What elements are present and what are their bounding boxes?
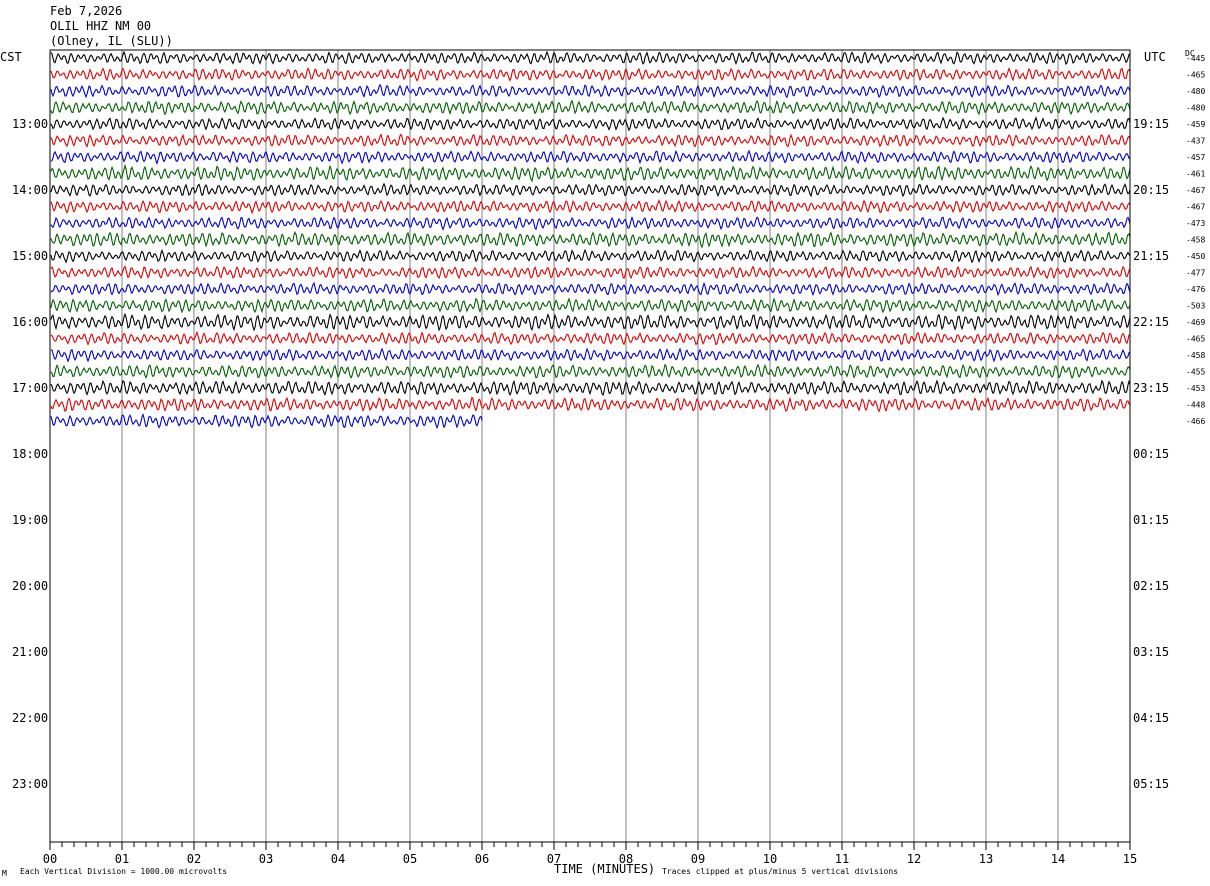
x-tick-label: 03 (259, 852, 273, 866)
utc-hour-label: 03:15 (1133, 645, 1169, 659)
dc-offset-label: -457 (1186, 153, 1205, 162)
dc-offset-label: -465 (1186, 335, 1205, 344)
x-tick-label: 05 (403, 852, 417, 866)
dc-offset-label: -473 (1186, 219, 1205, 228)
x-tick-label: 15 (1123, 852, 1137, 866)
seismic-trace (50, 230, 1131, 249)
dc-offset-label: -480 (1186, 104, 1205, 113)
seismic-trace (50, 347, 1131, 363)
dc-offset-label: -477 (1186, 269, 1205, 278)
seismic-trace (50, 116, 1131, 132)
dc-offset-label: -453 (1186, 384, 1205, 393)
x-tick-label: 14 (1051, 852, 1065, 866)
clip-note: Traces clipped at plus/minus 5 vertical … (662, 867, 899, 876)
utc-hour-label: 01:15 (1133, 513, 1169, 527)
seismic-trace (50, 396, 1131, 413)
utc-hour-label: 04:15 (1133, 711, 1169, 725)
utc-hour-label: 23:15 (1133, 381, 1169, 395)
cst-hour-label: 22:00 (12, 711, 48, 725)
cst-hour-label: 16:00 (12, 315, 48, 329)
seismic-trace (50, 99, 1131, 116)
dc-offset-label: -437 (1186, 137, 1205, 146)
helicorder-plot: 00 01 02 03 04 05 06 07 08 09 10 11 12 13 14 1513:00 19:… (12, 49, 1205, 866)
cst-hour-label: 19:00 (12, 513, 48, 527)
seismic-trace (50, 265, 1131, 280)
seismic-trace (50, 66, 1131, 82)
cst-hour-label: 15:00 (12, 249, 48, 263)
utc-hour-label: 02:15 (1133, 579, 1169, 593)
cst-hour-label: 17:00 (12, 381, 48, 395)
x-tick-label: 09 (691, 852, 705, 866)
seismic-trace (50, 182, 1131, 198)
cst-hour-label: 23:00 (12, 777, 48, 791)
seismic-trace (50, 248, 1131, 264)
x-tick-label: 01 (115, 852, 129, 866)
corner-mark: M (2, 869, 7, 878)
x-tick-label: 04 (331, 852, 345, 866)
utc-hour-label: 05:15 (1133, 777, 1169, 791)
plot-frame (49, 49, 1131, 843)
dc-offset-label: -459 (1186, 120, 1205, 129)
x-tick-label: 12 (907, 852, 921, 866)
x-tick-label: 06 (475, 852, 489, 866)
cst-hour-label: 20:00 (12, 579, 48, 593)
seismic-trace (50, 363, 1131, 380)
dc-offset-label: -480 (1186, 87, 1205, 96)
dc-offset-label: -448 (1186, 401, 1205, 410)
x-tick-label: 11 (835, 852, 849, 866)
seismic-trace (50, 50, 1131, 66)
dc-offset-label: -455 (1186, 368, 1205, 377)
dc-offset-label: -461 (1186, 170, 1205, 179)
scale-note: Each Vertical Division = 1000.00 microvo… (20, 867, 228, 876)
seismic-trace (50, 379, 1131, 397)
cst-hour-label: 13:00 (12, 117, 48, 131)
trace-layer (50, 50, 1131, 430)
dc-offset-label: -476 (1186, 285, 1205, 294)
seismic-trace (50, 215, 1131, 231)
dc-offset-label: -450 (1186, 252, 1205, 261)
seismic-trace (50, 133, 1131, 148)
dc-offset-label: -458 (1186, 236, 1205, 245)
dc-offset-label: -469 (1186, 318, 1205, 327)
dc-offset-label: -467 (1186, 186, 1205, 195)
x-tick-label: 10 (763, 852, 777, 866)
cst-hour-label: 21:00 (12, 645, 48, 659)
dc-offset-label: -503 (1186, 302, 1205, 311)
seismic-trace (50, 83, 1131, 99)
seismic-trace (50, 149, 1130, 166)
dc-offset-label: -466 (1186, 417, 1205, 426)
utc-hour-label: 19:15 (1133, 117, 1169, 131)
x-tick-label: 13 (979, 852, 993, 866)
seismic-trace (50, 163, 1131, 183)
cst-hour-label: 18:00 (12, 447, 48, 461)
seismic-trace (50, 297, 1131, 314)
dc-offset-label: -458 (1186, 351, 1205, 360)
dc-offset-label: -467 (1186, 203, 1205, 212)
cst-hour-label: 14:00 (12, 183, 48, 197)
seismic-trace (50, 281, 1131, 297)
utc-hour-label: 21:15 (1133, 249, 1169, 263)
dc-offset-label: -465 (1186, 71, 1205, 80)
dc-offset-label: -445 (1186, 54, 1205, 63)
x-tick-label: 02 (187, 852, 201, 866)
seismic-trace (50, 198, 1131, 215)
utc-hour-label: 22:15 (1133, 315, 1169, 329)
x-axis-title: TIME (MINUTES) (554, 862, 656, 876)
utc-hour-label: 00:15 (1133, 447, 1169, 461)
seismic-trace (50, 330, 1131, 346)
utc-hour-label: 20:15 (1133, 183, 1169, 197)
grid-layer (49, 50, 1131, 850)
x-tick-label: 00 (43, 852, 57, 866)
seismic-trace (50, 312, 1131, 332)
